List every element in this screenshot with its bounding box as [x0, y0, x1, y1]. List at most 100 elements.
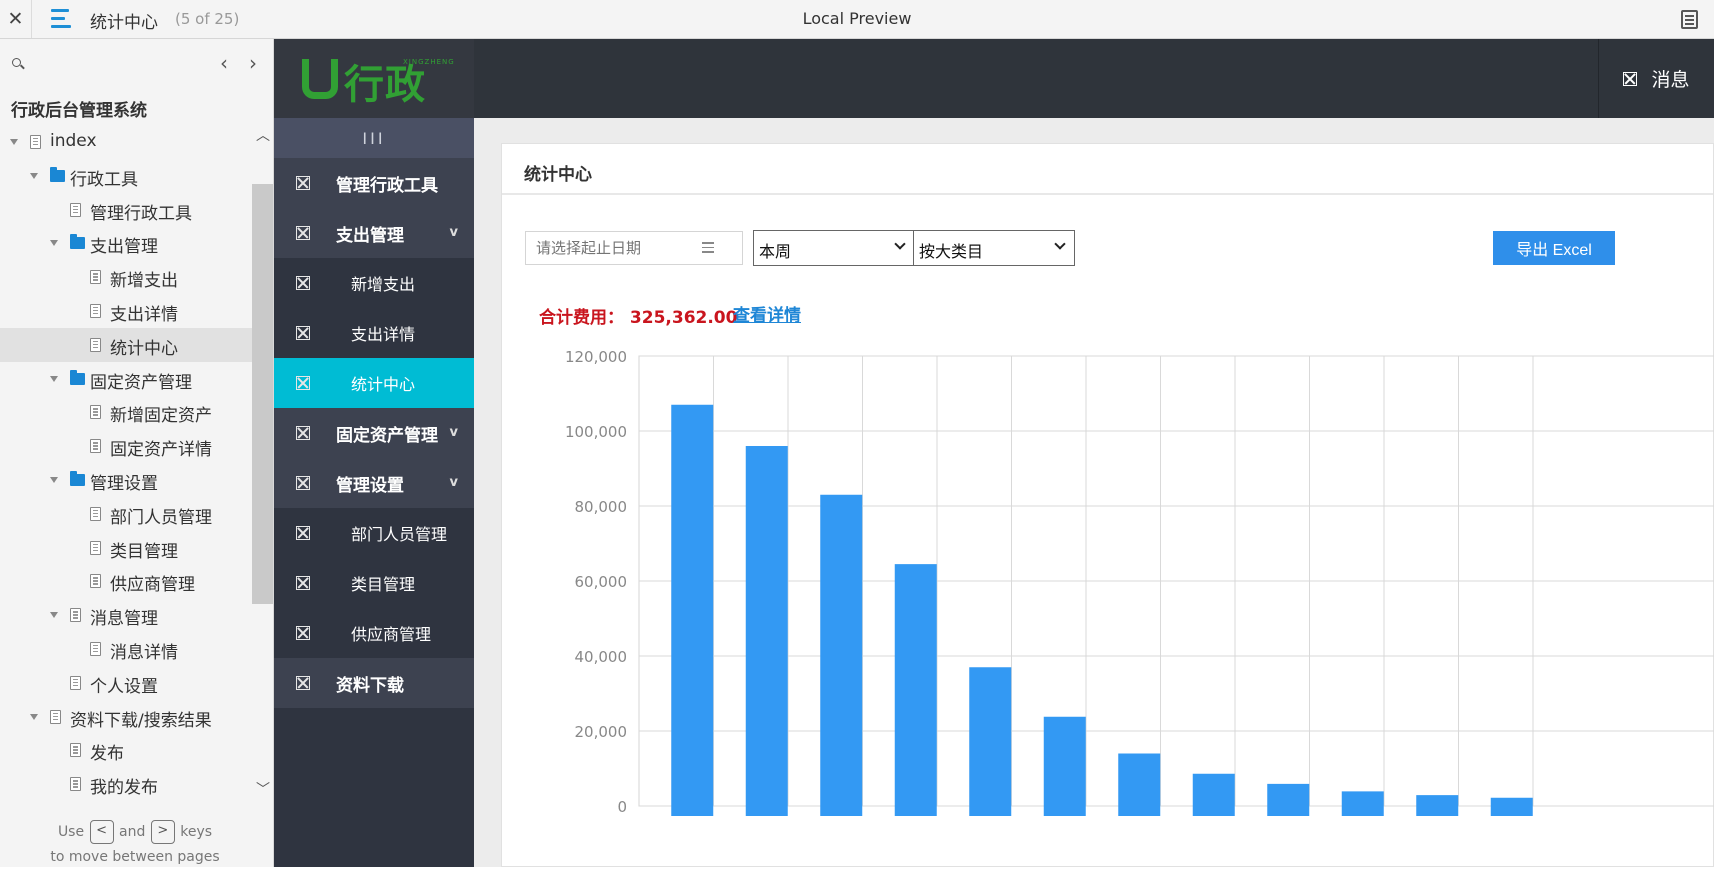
nav-item-icon	[296, 476, 310, 490]
outline-item[interactable]: 新增支出	[0, 260, 252, 294]
doc-icon	[50, 709, 61, 724]
scrollbar-thumb[interactable]	[252, 184, 273, 604]
menu-icon[interactable]	[51, 9, 73, 29]
y-tick-label: 80,000	[575, 498, 628, 516]
outline-item[interactable]: 供应商管理	[0, 564, 252, 598]
nav-item[interactable]: 支出管理 v	[274, 208, 474, 258]
preview-label: Local Preview	[802, 9, 912, 28]
doc-icon	[70, 675, 81, 690]
scroll-up-icon[interactable]: ︿	[256, 125, 270, 145]
nav-item[interactable]: 管理行政工具	[274, 158, 474, 208]
outline-item[interactable]: 发布	[0, 733, 252, 767]
outline-item[interactable]: 部门人员管理	[0, 497, 252, 531]
nav-item[interactable]: 类目管理	[274, 558, 474, 608]
search-icon[interactable]	[12, 58, 25, 70]
doc-icon	[90, 270, 101, 285]
outline-item[interactable]: 类目管理	[0, 531, 252, 565]
outline-item-label: 固定资产详情	[110, 440, 212, 461]
nav-item[interactable]: 资料下载	[274, 658, 474, 708]
outline-item[interactable]: 消息详情	[0, 632, 252, 666]
outline-item[interactable]: 固定资产详情	[0, 429, 252, 463]
outline-tree: index 行政工具管理行政工具 支出管理新增支出支出详情 统计中心 固定资产管理 新增固…	[0, 125, 252, 801]
doc-icon	[70, 608, 81, 623]
chevron-down-icon	[894, 238, 906, 250]
nav-item-icon	[296, 226, 310, 240]
nav-item[interactable]: 新增支出	[274, 258, 474, 308]
message-icon	[1623, 71, 1638, 86]
chevron-down-icon[interactable]: v	[450, 425, 458, 440]
folder-icon	[70, 234, 85, 250]
nav-item-icon	[296, 676, 310, 690]
chevron-left-icon[interactable]: ‹	[220, 51, 228, 75]
nav-item[interactable]: 统计中心	[274, 358, 474, 408]
outline-item[interactable]: 统计中心	[0, 327, 252, 362]
total-cost: 合计费用： 325,362.00	[539, 303, 737, 328]
chevron-down-icon[interactable]: v	[450, 475, 458, 490]
bar	[1192, 773, 1235, 816]
document-icon[interactable]	[1681, 10, 1698, 29]
nav-item[interactable]: 固定资产管理 v	[274, 408, 474, 458]
nav-item-label: 类目管理	[351, 575, 416, 594]
outline-item[interactable]: 固定资产管理	[0, 362, 252, 396]
messages-button[interactable]: 消息	[1598, 39, 1714, 118]
outline-item[interactable]: 资料下载/搜索结果	[0, 700, 252, 734]
nav-item-label: 支出详情	[351, 325, 416, 344]
date-range-input[interactable]	[526, 232, 706, 264]
outline-item[interactable]: 新增固定资产	[0, 395, 252, 429]
expand-triangle-icon[interactable]	[50, 375, 58, 382]
expand-triangle-icon[interactable]	[30, 713, 38, 720]
app-header: 消息	[474, 39, 1714, 118]
expand-triangle-icon[interactable]	[50, 476, 58, 483]
bar	[1416, 795, 1459, 816]
outline-item[interactable]: 管理设置	[0, 463, 252, 497]
category-select[interactable]: 按大类目	[913, 230, 1075, 266]
page-count: (5 of 25)	[175, 10, 240, 28]
close-icon[interactable]: ✕	[0, 0, 32, 38]
scroll-down-icon[interactable]: ﹀	[256, 779, 270, 799]
bar	[969, 667, 1012, 816]
view-details-link[interactable]: 查看详情	[733, 301, 801, 326]
nav-toggle-icon[interactable]: III	[274, 118, 474, 158]
nav-item[interactable]: 管理设置 v	[274, 458, 474, 508]
outline-item[interactable]: 支出管理	[0, 226, 252, 260]
export-excel-button[interactable]: 导出 Excel	[1493, 231, 1615, 265]
doc-icon	[90, 405, 101, 420]
expand-triangle-icon[interactable]	[10, 139, 18, 145]
outline-item[interactable]: 管理行政工具	[0, 193, 252, 227]
chevron-right-icon[interactable]: ›	[249, 51, 257, 75]
outline-item-label: 新增支出	[110, 271, 178, 292]
total-cost-value: 325,362.00	[629, 308, 738, 328]
date-range-field[interactable]	[525, 231, 743, 265]
outline-item[interactable]: 我的发布	[0, 767, 252, 801]
outline-item-label: 支出详情	[110, 304, 178, 325]
nav-item-label: 资料下载	[336, 675, 404, 696]
outline-item[interactable]: 消息管理	[0, 598, 252, 632]
doc-icon	[90, 574, 101, 589]
navigation-hint: Use < and > keys to move between pages	[30, 820, 240, 870]
nav-item-icon	[296, 176, 310, 190]
app-preview: 行政 XINGZHENG 消息 III 管理行政工具 支出管理 v 新增支出 支出详情统…	[274, 39, 1714, 867]
outline-item-label: 发布	[90, 744, 124, 765]
doc-icon	[90, 303, 101, 318]
expand-triangle-icon[interactable]	[50, 240, 58, 247]
expand-triangle-icon[interactable]	[50, 612, 58, 619]
outline-item[interactable]: 支出详情	[0, 294, 252, 328]
nav-item-icon	[296, 376, 310, 390]
chevron-down-icon[interactable]: v	[450, 225, 458, 240]
nav-item[interactable]: 支出详情	[274, 308, 474, 358]
nav-item-label: 管理行政工具	[336, 175, 438, 196]
outline-item-label: 行政工具	[70, 169, 138, 190]
outline-item[interactable]: 个人设置	[0, 666, 252, 700]
y-tick-label: 0	[617, 798, 627, 816]
nav-item[interactable]: 供应商管理	[274, 608, 474, 658]
nav-item-icon	[296, 626, 310, 640]
outline-item[interactable]: 行政工具	[0, 159, 252, 193]
expand-triangle-icon[interactable]	[30, 172, 38, 179]
outline-sidebar: ‹ › 行政后台管理系统 index 行政工具 管理行政工具 支出管理 新增支出 支出详情…	[0, 39, 274, 867]
doc-icon	[90, 506, 101, 521]
outline-item[interactable]: index	[0, 125, 252, 159]
y-tick-label: 100,000	[565, 423, 627, 441]
nav-item[interactable]: 部门人员管理	[274, 508, 474, 558]
outline-item-label: 类目管理	[110, 541, 178, 562]
period-select[interactable]: 本周	[753, 230, 915, 266]
